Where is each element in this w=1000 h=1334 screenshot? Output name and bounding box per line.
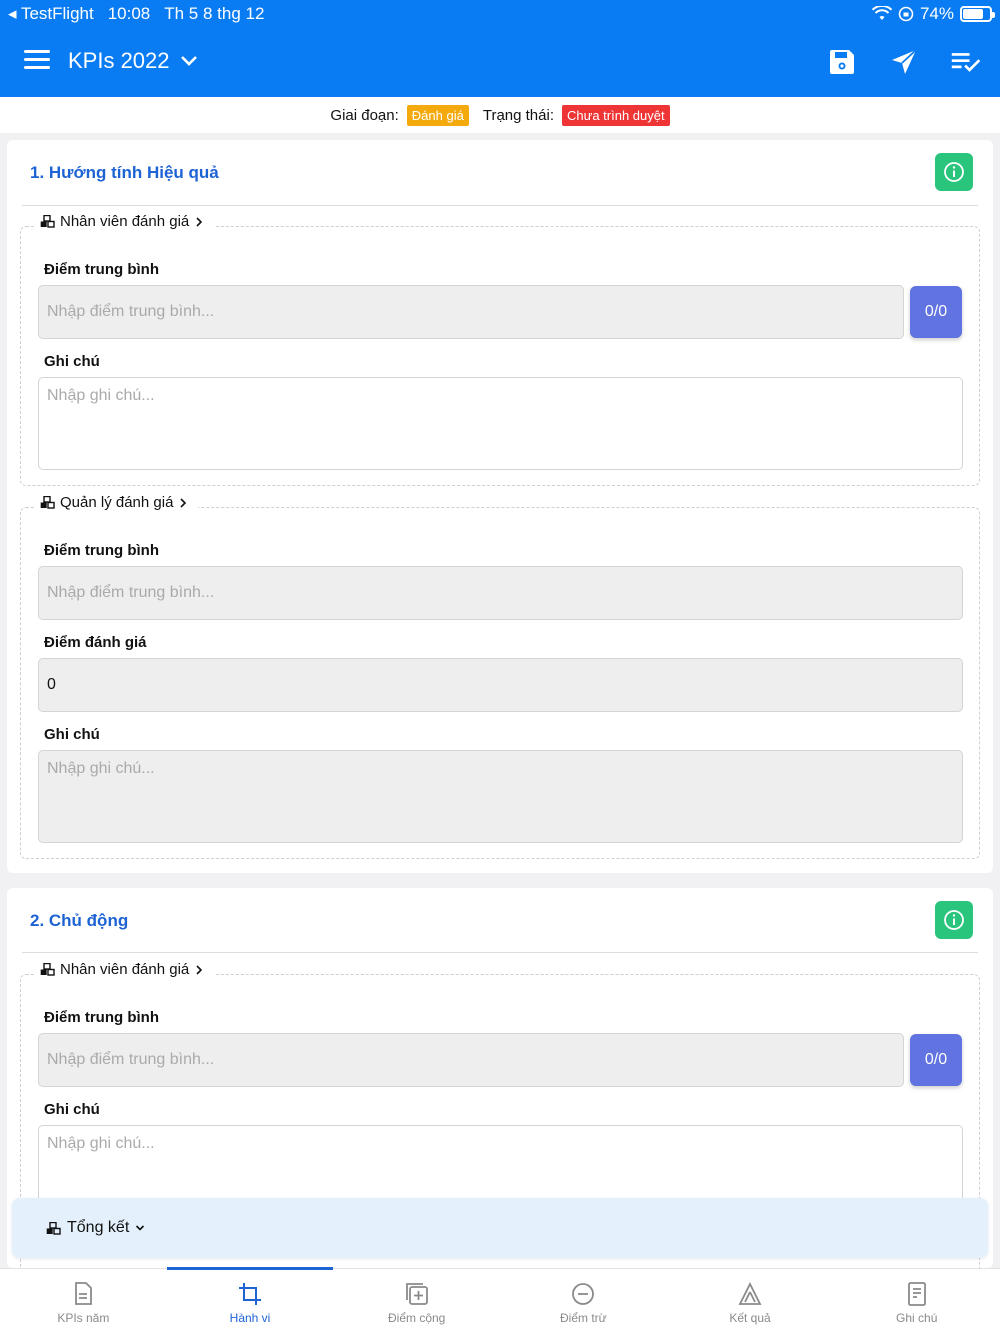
page-title: KPIs 2022	[68, 48, 170, 73]
status-label: Trạng thái:	[482, 106, 554, 124]
info-icon	[944, 910, 964, 930]
chevron-right-icon	[196, 216, 203, 227]
average-score-input[interactable]: Nhập điểm trung bình...	[38, 285, 904, 339]
orientation-lock-icon	[898, 6, 914, 22]
rating-score-label: Điểm đánh giá	[44, 634, 147, 651]
employee-evaluation-toggle[interactable]: Nhân viên đánh giá	[36, 961, 215, 978]
hamburger-menu-icon[interactable]	[24, 50, 50, 72]
status-date: Th 5 8 thg 12	[164, 4, 265, 23]
result-icon	[738, 1281, 762, 1305]
tab-ghi-chu[interactable]: Ghi chú	[833, 1269, 1000, 1334]
score-button[interactable]: 0/0	[910, 1034, 962, 1086]
battery-icon	[960, 6, 995, 22]
tab-diem-tru[interactable]: Điểm trừ	[500, 1269, 667, 1334]
note-label: Ghi chú	[44, 353, 100, 370]
checklist-icon[interactable]	[950, 46, 982, 78]
summary-toggle[interactable]: Tổng kết	[12, 1198, 988, 1258]
criteria-card: 1. Hướng tính Hiệu quả Nhân viên đánh gi…	[7, 140, 993, 873]
average-score-input[interactable]: Nhập điểm trung bình...	[38, 1033, 904, 1087]
phase-badge: Đánh giá	[406, 104, 469, 126]
divider	[22, 205, 978, 206]
criteria-title: 2. Chủ động	[30, 911, 129, 930]
status-bar: ◂ TestFlight 10:08 Th 5 8 thg 12 74%	[0, 0, 1000, 28]
average-score-label: Điểm trung bình	[44, 1009, 159, 1026]
rating-score-input[interactable]: 0	[38, 658, 963, 712]
status-time: 10:08	[107, 4, 151, 23]
chevron-right-icon	[196, 964, 203, 975]
wifi-icon	[871, 6, 892, 20]
average-score-input[interactable]: Nhập điểm trung bình...	[38, 566, 963, 620]
average-score-label: Điểm trung bình	[44, 261, 159, 278]
tab-diem-cong[interactable]: Điểm cộng	[333, 1269, 500, 1334]
note-label: Ghi chú	[44, 726, 100, 743]
phase-label: Giai đoạn:	[330, 106, 399, 124]
tab-kpis-nam[interactable]: KPIs năm	[0, 1269, 167, 1334]
info-button[interactable]	[935, 153, 973, 191]
cubes-icon	[46, 1221, 61, 1235]
summary-label: Tổng kết	[67, 1219, 130, 1236]
back-to-app-link[interactable]: ◂ TestFlight	[8, 4, 94, 24]
status-badge: Chưa trình duyệt	[562, 104, 670, 126]
stage-bar: Giai đoạn: Đánh giá Trạng thái: Chưa trì…	[0, 97, 1000, 133]
save-icon[interactable]	[826, 46, 858, 78]
send-icon[interactable]	[888, 46, 920, 78]
minus-circle-icon	[572, 1283, 595, 1305]
cubes-icon	[40, 215, 55, 228]
chevron-down-icon	[136, 1225, 145, 1231]
score-button[interactable]: 0/0	[910, 286, 962, 338]
employee-evaluation-group: Nhân viên đánh giá Điểm trung bình Nhập …	[20, 213, 980, 486]
chevron-right-icon	[180, 497, 187, 508]
manager-evaluation-group: Quản lý đánh giá Điểm trung bình Nhập đi…	[20, 494, 980, 859]
note-textarea[interactable]: Nhập ghi chú...	[38, 750, 963, 843]
criteria-title: 1. Hướng tính Hiệu quả	[30, 163, 219, 182]
document-icon	[75, 1282, 93, 1305]
average-score-label: Điểm trung bình	[44, 542, 159, 559]
note-label: Ghi chú	[44, 1101, 100, 1118]
divider	[22, 952, 978, 953]
plus-square-icon	[405, 1283, 428, 1305]
tab-ket-qua[interactable]: Kết quả	[667, 1269, 834, 1334]
period-selector[interactable]: KPIs 2022	[68, 48, 198, 74]
info-icon	[944, 162, 964, 182]
bottom-tab-bar: KPIs năm Hành vi Điểm cộng Điểm trừ Kết …	[0, 1267, 1000, 1334]
app-header: ◂ TestFlight 10:08 Th 5 8 thg 12 74% KPI…	[0, 0, 1000, 97]
battery-percent: 74%	[919, 4, 954, 23]
navbar: KPIs 2022	[0, 34, 1000, 90]
info-button[interactable]	[935, 901, 973, 939]
employee-evaluation-toggle[interactable]: Nhân viên đánh giá	[36, 213, 215, 230]
crop-icon	[239, 1283, 261, 1305]
cubes-icon	[40, 496, 55, 509]
tab-hanh-vi[interactable]: Hành vi	[166, 1267, 334, 1334]
note-icon	[907, 1282, 926, 1306]
cubes-icon	[40, 963, 55, 976]
note-textarea[interactable]: Nhập ghi chú...	[38, 377, 963, 470]
chevron-down-icon	[180, 56, 197, 66]
manager-evaluation-toggle[interactable]: Quản lý đánh giá	[36, 494, 199, 511]
